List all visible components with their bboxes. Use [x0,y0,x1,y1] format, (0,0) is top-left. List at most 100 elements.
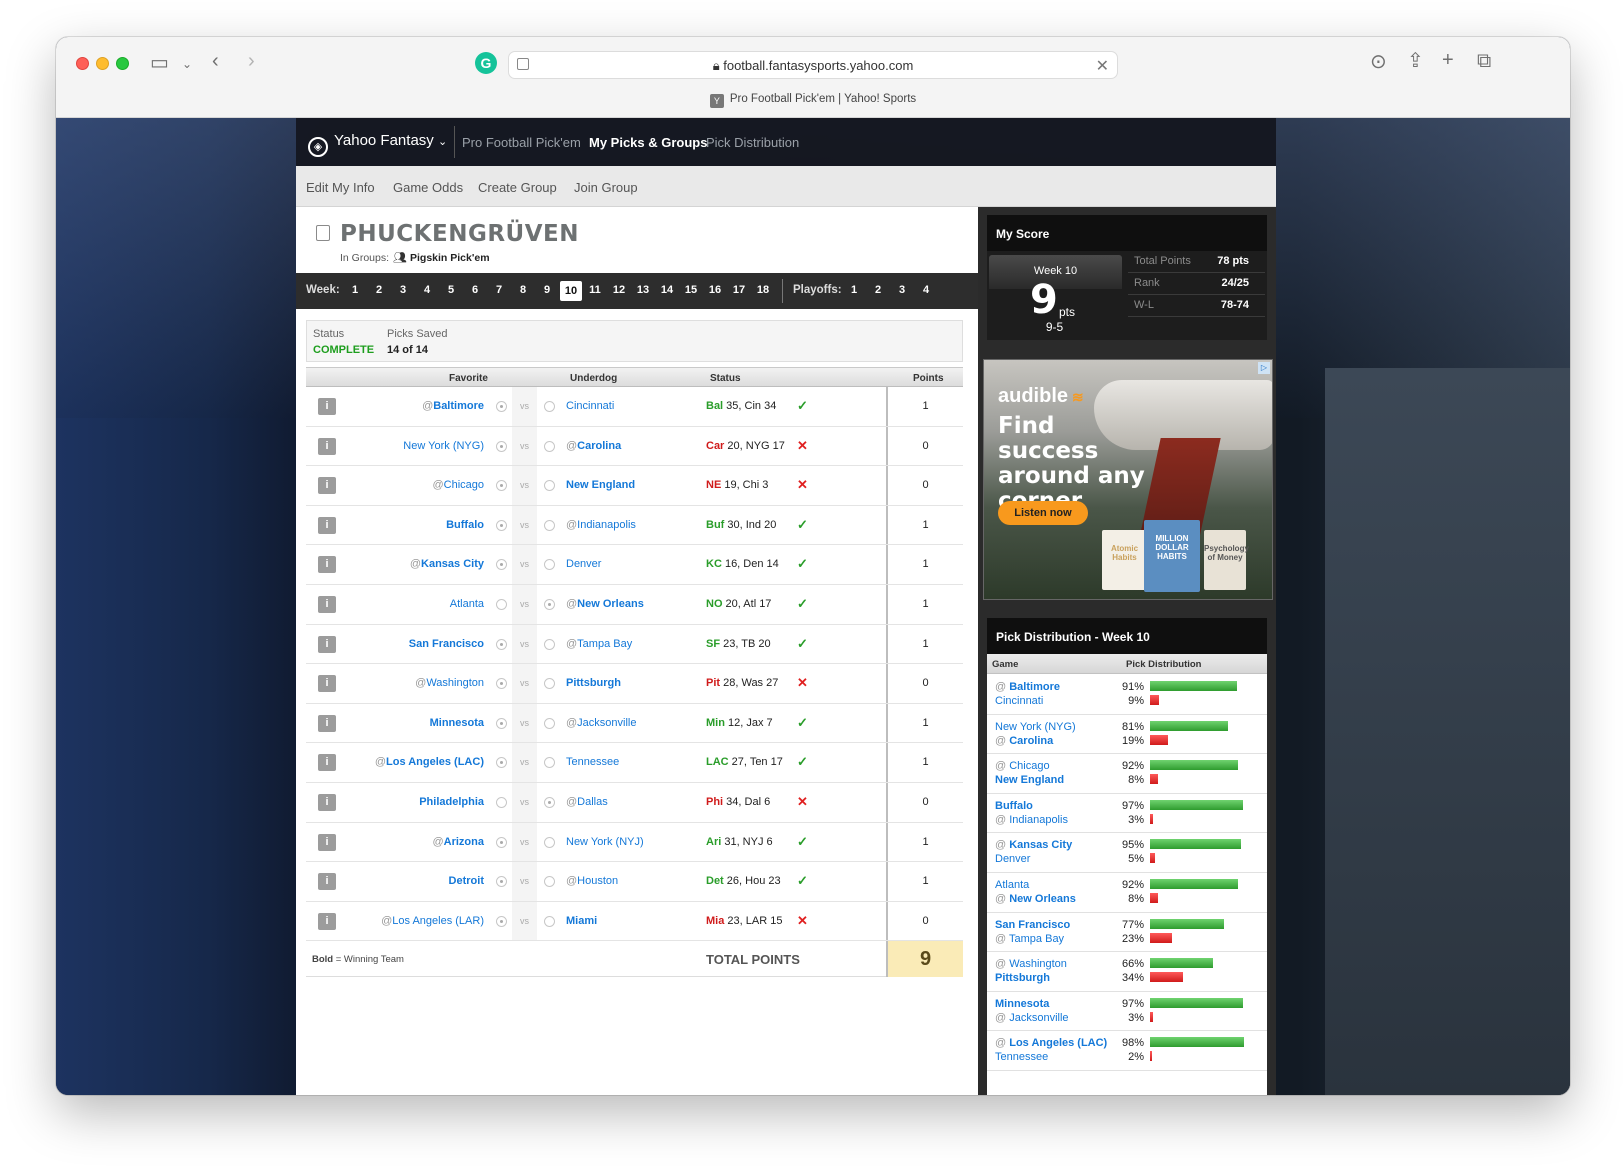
week-11-link[interactable]: 11 [584,284,606,296]
week-12-link[interactable]: 12 [608,284,630,296]
team1-link[interactable]: @ Los Angeles (LAC) [995,1037,1107,1049]
underdog-team-link[interactable]: Miami [566,915,597,927]
week-10-link[interactable]: 10 [560,281,582,301]
favorite-team-link[interactable]: @Chicago [432,479,484,491]
favorite-pick-radio[interactable] [496,796,507,808]
team1-link[interactable]: Atlanta [995,879,1029,891]
game-info-button[interactable]: i [318,912,336,930]
week-18-link[interactable]: 18 [752,284,774,296]
active-tab[interactable]: Y Pro Football Pick'em | Yahoo! Sports [56,93,1570,108]
forward-icon[interactable]: › [248,51,255,71]
week-17-link[interactable]: 17 [728,284,750,296]
week-6-link[interactable]: 6 [464,284,486,296]
favorite-team-link[interactable]: Atlanta [450,598,484,610]
favorite-team-link[interactable]: New York (NYG) [403,440,484,452]
game-info-button[interactable]: i [318,437,336,455]
new-tab-icon[interactable]: + [1442,50,1454,70]
team2-link[interactable]: @ Tampa Bay [995,933,1064,945]
week-16-link[interactable]: 16 [704,284,726,296]
playoff-week-1-link[interactable]: 1 [843,284,865,296]
week-3-link[interactable]: 3 [392,284,414,296]
underdog-team-link[interactable]: @Houston [566,875,618,887]
favorite-team-link[interactable]: San Francisco [409,638,484,650]
week-15-link[interactable]: 15 [680,284,702,296]
game-info-button[interactable]: i [318,477,336,495]
game-info-button[interactable]: i [318,556,336,574]
team1-link[interactable]: @ Washington [995,958,1067,970]
underdog-pick-radio[interactable] [544,598,555,610]
favorite-team-link[interactable]: Philadelphia [419,796,484,808]
favorite-team-link[interactable]: Minnesota [430,717,484,729]
game-info-button[interactable]: i [318,873,336,891]
team2-link[interactable]: Pittsburgh [995,972,1050,984]
underdog-team-link[interactable]: New England [566,479,635,491]
team2-link[interactable]: @ Jacksonville [995,1012,1069,1024]
playoff-week-2-link[interactable]: 2 [867,284,889,296]
create-group-link[interactable]: Create Group [478,180,557,195]
underdog-team-link[interactable]: Denver [566,558,601,570]
week-5-link[interactable]: 5 [440,284,462,296]
favorite-pick-radio[interactable] [496,678,507,690]
favorite-pick-radio[interactable] [496,836,507,848]
underdog-pick-radio[interactable] [544,796,555,808]
team1-link[interactable]: @ Kansas City [995,839,1072,851]
favorite-pick-radio[interactable] [496,876,507,888]
favorite-pick-radio[interactable] [496,401,507,412]
underdog-pick-radio[interactable] [544,757,555,769]
nav-my-picks-groups[interactable]: My Picks & Groups [589,135,707,150]
underdog-team-link[interactable]: Tennessee [566,756,619,768]
favorite-team-link[interactable]: @Los Angeles (LAC) [375,756,484,768]
game-info-button[interactable]: i [318,793,336,811]
playoff-week-3-link[interactable]: 3 [891,284,913,296]
underdog-team-link[interactable]: New York (NYJ) [566,836,644,848]
favorite-pick-radio[interactable] [496,915,507,927]
team2-link[interactable]: @ New Orleans [995,893,1076,905]
underdog-team-link[interactable]: @Dallas [566,796,608,808]
underdog-pick-radio[interactable] [544,836,555,848]
underdog-team-link[interactable]: @Jacksonville [566,717,636,729]
favorite-team-link[interactable]: Buffalo [446,519,484,531]
week-9-link[interactable]: 9 [536,284,558,296]
game-info-button[interactable]: i [318,398,336,415]
underdog-pick-radio[interactable] [544,559,555,571]
underdog-team-link[interactable]: @Tampa Bay [566,638,632,650]
yahoo-fantasy-menu[interactable]: ◈ Yahoo Fantasy ⌄ [308,132,447,157]
underdog-pick-radio[interactable] [544,915,555,927]
week-14-link[interactable]: 14 [656,284,678,296]
week-4-link[interactable]: 4 [416,284,438,296]
minimize-window-button[interactable] [96,57,109,70]
tab-overview-icon[interactable]: ⧉ [1477,51,1491,71]
ad-choices-icon[interactable]: ▷ [1258,362,1270,374]
favorite-pick-radio[interactable] [496,480,507,492]
chevron-down-icon[interactable]: ⌄ [182,54,192,74]
nav-pro-football-pickem[interactable]: Pro Football Pick'em [462,135,581,150]
favorite-pick-radio[interactable] [496,638,507,650]
favorite-team-link[interactable]: @Kansas City [410,558,484,570]
playoff-week-4-link[interactable]: 4 [915,284,937,296]
game-info-button[interactable]: i [318,675,336,693]
week-1-link[interactable]: 1 [344,284,366,296]
favorite-pick-radio[interactable] [496,598,507,610]
team2-link[interactable]: Denver [995,853,1030,865]
sidebar-toggle-icon[interactable]: ▭ [150,53,169,73]
favorite-team-link[interactable]: @Baltimore [422,400,484,412]
team1-link[interactable]: Minnesota [995,998,1049,1010]
game-info-button[interactable]: i [318,595,336,613]
game-odds-link[interactable]: Game Odds [393,180,463,195]
favorite-pick-radio[interactable] [496,717,507,729]
team2-link[interactable]: @ Indianapolis [995,814,1068,826]
team2-link[interactable]: @ Carolina [995,735,1053,747]
listen-now-button[interactable]: Listen now [998,501,1088,525]
share-icon[interactable]: ⇪ [1407,51,1424,71]
team2-link[interactable]: Cincinnati [995,695,1043,707]
favorite-team-link[interactable]: @Washington [415,677,484,689]
underdog-team-link[interactable]: @New Orleans [566,598,644,610]
team1-link[interactable]: @ Baltimore [995,681,1060,693]
underdog-pick-radio[interactable] [544,717,555,729]
underdog-team-link[interactable]: @Indianapolis [566,519,636,531]
back-icon[interactable]: ‹ [212,51,219,71]
underdog-pick-radio[interactable] [544,480,555,492]
edit-my-info-link[interactable]: Edit My Info [306,180,375,195]
week-8-link[interactable]: 8 [512,284,534,296]
favorite-pick-radio[interactable] [496,519,507,531]
